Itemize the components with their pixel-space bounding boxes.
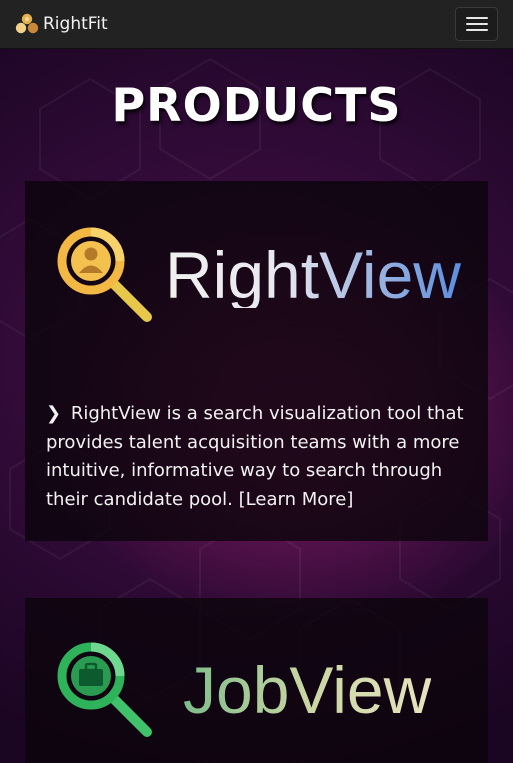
product-description-rightview: ❯ RightView is a search visualization to… (46, 400, 466, 514)
learn-more-link[interactable]: [Learn More] (239, 489, 354, 510)
rightview-logo[interactable]: RightView (55, 225, 461, 325)
chevron-right-icon: ❯ (46, 403, 62, 424)
hamburger-menu-icon (465, 17, 488, 19)
hamburger-line (465, 29, 488, 31)
navbar-toggle-button[interactable] (455, 7, 498, 41)
page-title: PRODUCTS (111, 78, 402, 132)
brand-name[interactable]: RightFit (43, 14, 108, 34)
hamburger-line (465, 23, 488, 25)
product-name-rightview: RightView (165, 238, 461, 312)
navbar: RightFit (0, 0, 513, 49)
jobview-logo[interactable]: JobView (55, 640, 431, 740)
rightfit-logo-icon (15, 13, 39, 34)
product-card-jobview: JobView (25, 598, 488, 763)
product-name-jobview: JobView (183, 653, 432, 727)
magnifier-briefcase-icon (57, 642, 152, 737)
brand-link[interactable]: RightFit (15, 13, 108, 35)
product-card-rightview: RightView ❯ RightView is a search visual… (25, 181, 488, 541)
magnifier-person-icon (57, 227, 152, 322)
